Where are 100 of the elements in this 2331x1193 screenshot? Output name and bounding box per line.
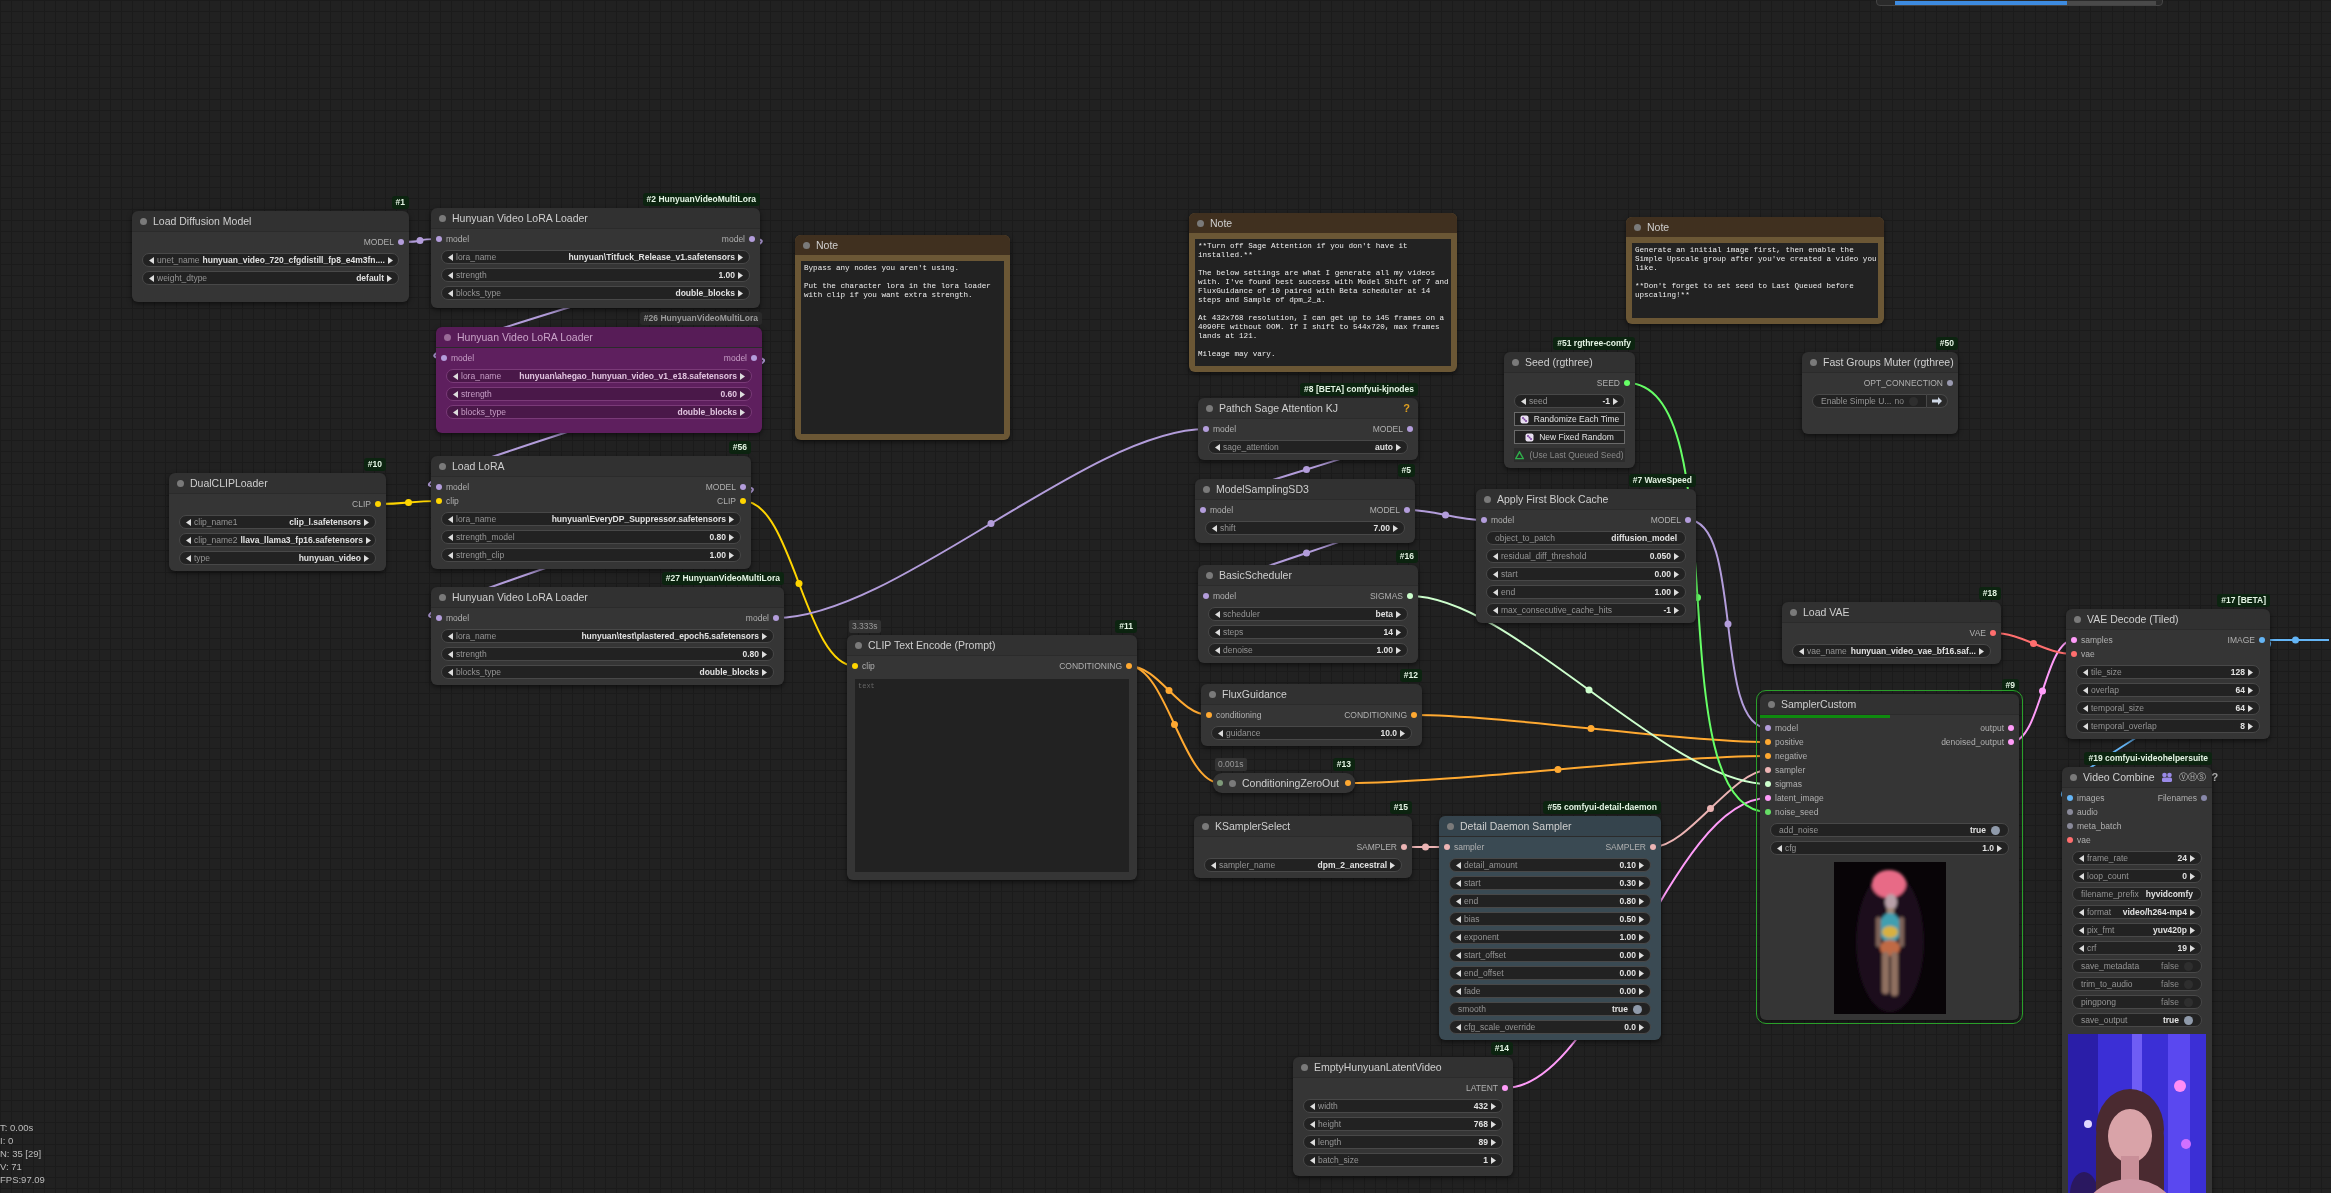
- dot-icon[interactable]: [1790, 608, 1797, 616]
- dropdown-field[interactable]: vae_name hunyuan_video_vae_bf16.saf...: [1792, 644, 1991, 658]
- left-arrow-icon[interactable]: [2079, 908, 2084, 916]
- arrow-button[interactable]: [1926, 394, 1948, 408]
- left-arrow-icon[interactable]: [1456, 933, 1461, 941]
- number-field[interactable]: crf 19: [2072, 941, 2202, 955]
- left-arrow-icon[interactable]: [453, 408, 458, 416]
- number-field[interactable]: strength 1.00: [441, 268, 750, 282]
- port-icon[interactable]: [1765, 739, 1771, 745]
- right-arrow-icon[interactable]: [2190, 926, 2195, 934]
- toggle-switch[interactable]: save_output true: [2072, 1013, 2202, 1027]
- number-field[interactable]: strength_model 0.80: [441, 530, 741, 544]
- right-arrow-icon[interactable]: [1491, 1138, 1496, 1146]
- right-arrow-icon[interactable]: [740, 372, 745, 380]
- port-icon[interactable]: [1650, 844, 1656, 850]
- help-button[interactable]: ?: [1403, 402, 1410, 414]
- right-arrow-icon[interactable]: [1639, 1023, 1644, 1031]
- dot-icon[interactable]: [1447, 822, 1454, 830]
- right-arrow-icon[interactable]: [1639, 897, 1644, 905]
- number-field[interactable]: exponent 1.00: [1449, 930, 1651, 944]
- dot-icon[interactable]: [1197, 219, 1204, 227]
- dropdown-field[interactable]: blocks_type double_blocks: [446, 405, 752, 419]
- port-icon[interactable]: [1203, 593, 1209, 599]
- port-icon[interactable]: [436, 484, 442, 490]
- number-field[interactable]: batch_size 1: [1303, 1153, 1503, 1167]
- number-field[interactable]: start 0.00: [1486, 567, 1686, 581]
- left-arrow-icon[interactable]: [1456, 861, 1461, 869]
- left-arrow-icon[interactable]: [1493, 552, 1498, 560]
- toggle-switch[interactable]: add_noise true: [1770, 823, 2009, 837]
- right-arrow-icon[interactable]: [762, 632, 767, 640]
- left-arrow-icon[interactable]: [1456, 951, 1461, 959]
- dropdown-field[interactable]: weight_dtype default: [142, 271, 399, 285]
- dot-icon[interactable]: [2074, 615, 2081, 623]
- action-button[interactable]: Randomize Each Time: [1514, 412, 1625, 426]
- right-arrow-icon[interactable]: [2248, 722, 2253, 730]
- right-arrow-icon[interactable]: [1396, 443, 1401, 451]
- right-arrow-icon[interactable]: [738, 271, 743, 279]
- dot-icon[interactable]: [1206, 571, 1213, 579]
- port-icon[interactable]: [1206, 712, 1212, 718]
- toggle-switch[interactable]: trim_to_audio false: [2072, 977, 2202, 991]
- dropdown-field[interactable]: format video/h264-mp4: [2072, 905, 2202, 919]
- left-arrow-icon[interactable]: [448, 533, 453, 541]
- dropdown-field[interactable]: blocks_type double_blocks: [441, 286, 750, 300]
- number-field[interactable]: bias 0.50: [1449, 912, 1651, 926]
- number-field[interactable]: start_offset 0.00: [1449, 948, 1651, 962]
- right-arrow-icon[interactable]: [729, 515, 734, 523]
- left-arrow-icon[interactable]: [1218, 729, 1223, 737]
- toggle-switch[interactable]: pingpong false: [2072, 995, 2202, 1009]
- right-arrow-icon[interactable]: [365, 536, 371, 544]
- dot-icon[interactable]: [439, 214, 446, 222]
- number-field[interactable]: denoise 1.00: [1208, 643, 1408, 657]
- right-arrow-icon[interactable]: [2190, 854, 2195, 862]
- left-arrow-icon[interactable]: [186, 554, 191, 562]
- left-arrow-icon[interactable]: [448, 271, 453, 279]
- port-icon[interactable]: [436, 236, 442, 242]
- string-field[interactable]: filename_prefix hyvidcomfy: [2072, 887, 2202, 901]
- left-arrow-icon[interactable]: [2083, 722, 2088, 730]
- port-icon[interactable]: [441, 355, 447, 361]
- number-field[interactable]: strength 0.60: [446, 387, 752, 401]
- port-icon[interactable]: [1203, 426, 1209, 432]
- port-icon[interactable]: [1765, 767, 1771, 773]
- right-arrow-icon[interactable]: [762, 668, 767, 676]
- port-icon[interactable]: [1344, 780, 1351, 786]
- right-arrow-icon[interactable]: [1639, 933, 1644, 941]
- left-arrow-icon[interactable]: [1215, 610, 1220, 618]
- left-arrow-icon[interactable]: [1310, 1120, 1315, 1128]
- left-arrow-icon[interactable]: [1211, 861, 1216, 869]
- dot-icon[interactable]: [1768, 700, 1775, 708]
- right-arrow-icon[interactable]: [729, 551, 734, 559]
- dropdown-field[interactable]: lora_name hunyuan\Titfuck_Release_v1.safetensors: [441, 250, 750, 264]
- left-arrow-icon[interactable]: [1456, 1023, 1461, 1031]
- number-field[interactable]: tile_size 128: [2076, 665, 2260, 679]
- left-arrow-icon[interactable]: [2079, 926, 2084, 934]
- right-arrow-icon[interactable]: [738, 289, 743, 297]
- number-field[interactable]: length 89: [1303, 1135, 1503, 1149]
- right-arrow-icon[interactable]: [2248, 704, 2253, 712]
- dot-icon[interactable]: [855, 641, 862, 649]
- left-arrow-icon[interactable]: [149, 274, 154, 282]
- right-arrow-icon[interactable]: [2248, 686, 2253, 694]
- toggle-switch[interactable]: save_metadata false: [2072, 959, 2202, 973]
- left-arrow-icon[interactable]: [1777, 844, 1782, 852]
- dropdown-field[interactable]: type hunyuan_video: [179, 551, 376, 565]
- number-field[interactable]: height 768: [1303, 1117, 1503, 1131]
- dropdown-field[interactable]: clip_name1 clip_l.safetensors: [179, 515, 376, 529]
- left-arrow-icon[interactable]: [149, 256, 154, 264]
- number-field[interactable]: guidance 10.0: [1211, 726, 1412, 740]
- dropdown-field[interactable]: lora_name hunyuan\test\plastered_epoch5.safetensors: [441, 629, 774, 643]
- number-field[interactable]: cfg_scale_override 0.0: [1449, 1020, 1651, 1034]
- port-icon[interactable]: [1217, 780, 1223, 786]
- dot-icon[interactable]: [1229, 779, 1236, 787]
- toggle-switch[interactable]: smooth true: [1449, 1002, 1651, 1016]
- left-arrow-icon[interactable]: [448, 289, 453, 297]
- left-arrow-icon[interactable]: [1456, 987, 1461, 995]
- left-arrow-icon[interactable]: [1521, 397, 1526, 405]
- port-icon[interactable]: [1404, 507, 1410, 513]
- port-icon[interactable]: [1624, 380, 1630, 386]
- number-field[interactable]: end_offset 0.00: [1449, 966, 1651, 980]
- right-arrow-icon[interactable]: [387, 256, 393, 264]
- left-arrow-icon[interactable]: [2083, 704, 2088, 712]
- right-arrow-icon[interactable]: [1491, 1156, 1496, 1164]
